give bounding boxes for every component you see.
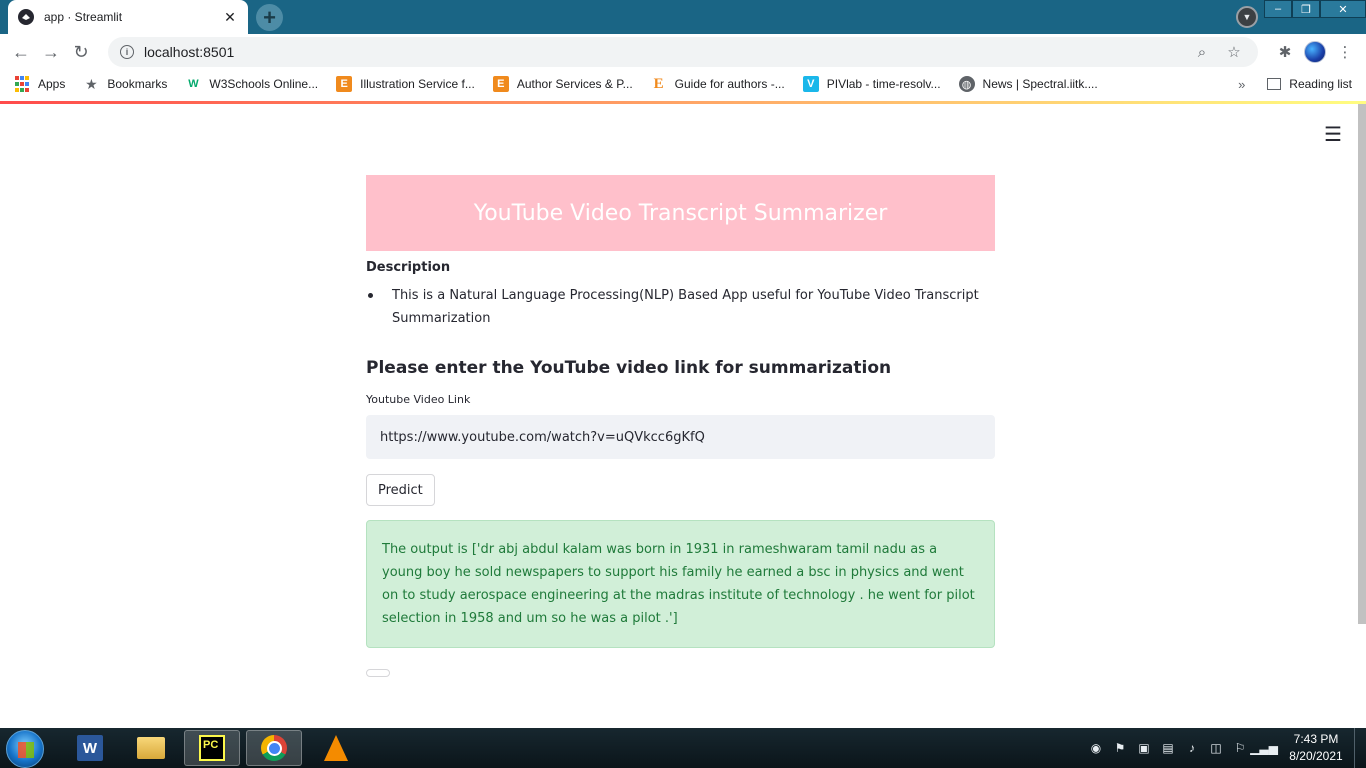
tab-close-icon[interactable]: ✕ (222, 9, 238, 25)
elsevier-e-icon: E (653, 75, 664, 92)
description-heading: Description (366, 260, 451, 275)
close-window-button[interactable]: ✕ (1320, 0, 1366, 18)
description-list: This is a Natural Language Processing(NL… (366, 284, 995, 330)
show-desktop-button[interactable] (1354, 728, 1366, 768)
browser-tab[interactable]: app · Streamlit ✕ (8, 0, 248, 34)
reading-list-icon[interactable] (1267, 78, 1282, 90)
page-scrollbar[interactable] (1358, 104, 1366, 624)
tray-app-icon[interactable]: ◉ (1087, 739, 1105, 757)
link-subheader: Please enter the YouTube video link for … (366, 358, 892, 378)
signal-icon[interactable]: ▁▃▅ (1250, 739, 1278, 757)
chrome-menu-icon[interactable]: ⋮ (1332, 39, 1358, 65)
taskbar-file-explorer[interactable] (123, 730, 179, 766)
taskbar-word[interactable]: W (62, 730, 118, 766)
browser-tab-strip: app · Streamlit ✕ + ▼ – ❐ ✕ (0, 0, 1366, 34)
globe-icon: ◍ (958, 76, 975, 92)
video-link-label: Youtube Video Link (366, 393, 471, 406)
elsevier-icon: E (336, 76, 353, 92)
main-content: YouTube Video Transcript Summarizer Desc… (366, 175, 995, 677)
predict-button[interactable]: Predict (366, 474, 435, 506)
reading-list-label[interactable]: Reading list (1289, 77, 1352, 91)
bookmark-pivlab[interactable]: V PIVlab - time-resolv... (802, 76, 941, 92)
apps-grid-icon (14, 76, 30, 92)
main-menu-icon[interactable]: ☰ (1324, 122, 1342, 147)
page-title: YouTube Video Transcript Summarizer (473, 200, 888, 226)
video-link-input[interactable] (366, 415, 995, 459)
app-viewport: ☰ YouTube Video Transcript Summarizer De… (0, 104, 1366, 728)
bookmark-bookmarks[interactable]: ★ Bookmarks (83, 76, 167, 92)
bookmarks-bar: Apps ★ Bookmarks W W3Schools Online... E… (0, 70, 1366, 98)
bookmark-illustration-service[interactable]: E Illustration Service f... (336, 76, 475, 92)
browser-toolbar: ← → ↻ i localhost:8501 ⌕ ☆ ✱ ⋮ (0, 34, 1366, 70)
tray-sync-icon[interactable]: ◫ (1207, 739, 1225, 757)
summary-output-box: The output is ['dr abj abdul kalam was b… (366, 520, 995, 648)
new-tab-button[interactable]: + (256, 4, 283, 31)
bookmarks-right: » Reading list (1238, 70, 1352, 98)
maximize-button[interactable]: ❐ (1292, 0, 1320, 18)
volume-icon[interactable]: ♪ (1183, 739, 1201, 757)
bookmark-author-services[interactable]: E Author Services & P... (492, 76, 633, 92)
bookmark-spectral-news[interactable]: ◍ News | Spectral.iitk.... (958, 76, 1098, 92)
system-tray: ◉ ⚑ ▣ ▤ ♪ ◫ ⚐ ▁▃▅ 7:43 PM 8/20/2021 (1084, 728, 1366, 768)
site-info-icon[interactable]: i (120, 45, 134, 59)
clock-date: 8/20/2021 (1289, 749, 1343, 763)
vlc-icon (324, 735, 348, 761)
back-icon[interactable]: ← (6, 37, 36, 67)
word-icon: W (77, 735, 103, 761)
bookmark-label: Author Services & P... (516, 77, 633, 91)
bookmark-label: Illustration Service f... (360, 77, 475, 91)
tray-clipboard-icon[interactable]: ▤ (1159, 739, 1177, 757)
empty-button[interactable] (366, 669, 390, 677)
bookmark-star-icon[interactable]: ☆ (1222, 40, 1246, 64)
title-banner: YouTube Video Transcript Summarizer (366, 175, 995, 251)
vimeo-icon: V (802, 76, 819, 92)
description-item: This is a Natural Language Processing(NL… (366, 284, 995, 330)
bookmark-label: PIVlab - time-resolv... (826, 77, 941, 91)
action-center-icon[interactable]: ⚐ (1231, 739, 1249, 757)
address-bar[interactable]: i localhost:8501 ⌕ ☆ (108, 37, 1258, 67)
forward-icon[interactable]: → (36, 37, 66, 67)
bookmark-label: W3Schools Online... (209, 77, 319, 91)
bookmark-label: Guide for authors -... (674, 77, 785, 91)
taskbar-chrome[interactable] (246, 730, 302, 766)
bookmark-label: News | Spectral.iitk.... (982, 77, 1098, 91)
tab-title: app · Streamlit (44, 10, 123, 24)
windows-taskbar: W PC ◉ ⚑ ▣ ▤ ♪ ◫ ⚐ ▁▃▅ 7:43 PM 8/20/2021 (0, 728, 1366, 768)
minimize-button[interactable]: – (1264, 0, 1292, 18)
zoom-icon[interactable]: ⌕ (1190, 40, 1214, 64)
bookmark-label: Apps (38, 77, 66, 91)
bookmark-apps[interactable]: Apps (14, 76, 65, 92)
folder-icon (137, 737, 165, 759)
toolbar-right: ✱ ⋮ (1272, 34, 1366, 70)
bookmarks-overflow-icon[interactable]: » (1238, 77, 1245, 92)
taskbar-vlc[interactable] (308, 730, 364, 766)
window-controls: – ❐ ✕ (1264, 0, 1366, 20)
start-button[interactable] (6, 730, 44, 768)
clock-time: 7:43 PM (1293, 732, 1339, 746)
taskbar-pycharm[interactable]: PC (184, 730, 240, 766)
streamlit-favicon-icon (18, 9, 34, 25)
bookmark-label: Bookmarks (107, 77, 168, 91)
tray-device-icon[interactable]: ▣ (1135, 739, 1153, 757)
tray-network-icon[interactable]: ⚑ (1111, 739, 1129, 757)
elsevier-icon: E (492, 76, 509, 92)
profile-avatar[interactable] (1304, 41, 1326, 63)
tab-search-icon[interactable]: ▼ (1236, 6, 1258, 28)
bookmark-w3schools[interactable]: W W3Schools Online... (185, 76, 318, 92)
star-icon: ★ (85, 75, 98, 92)
url-text[interactable]: localhost:8501 (144, 44, 1182, 60)
pycharm-icon: PC (199, 735, 225, 761)
reload-icon[interactable]: ↻ (66, 37, 96, 67)
bookmark-guide-for-authors[interactable]: E Guide for authors -... (651, 76, 785, 92)
extensions-puzzle-icon[interactable]: ✱ (1272, 39, 1298, 65)
w3schools-icon: W (188, 78, 199, 90)
chrome-icon (261, 735, 287, 761)
taskbar-clock[interactable]: 7:43 PM 8/20/2021 (1284, 731, 1348, 765)
